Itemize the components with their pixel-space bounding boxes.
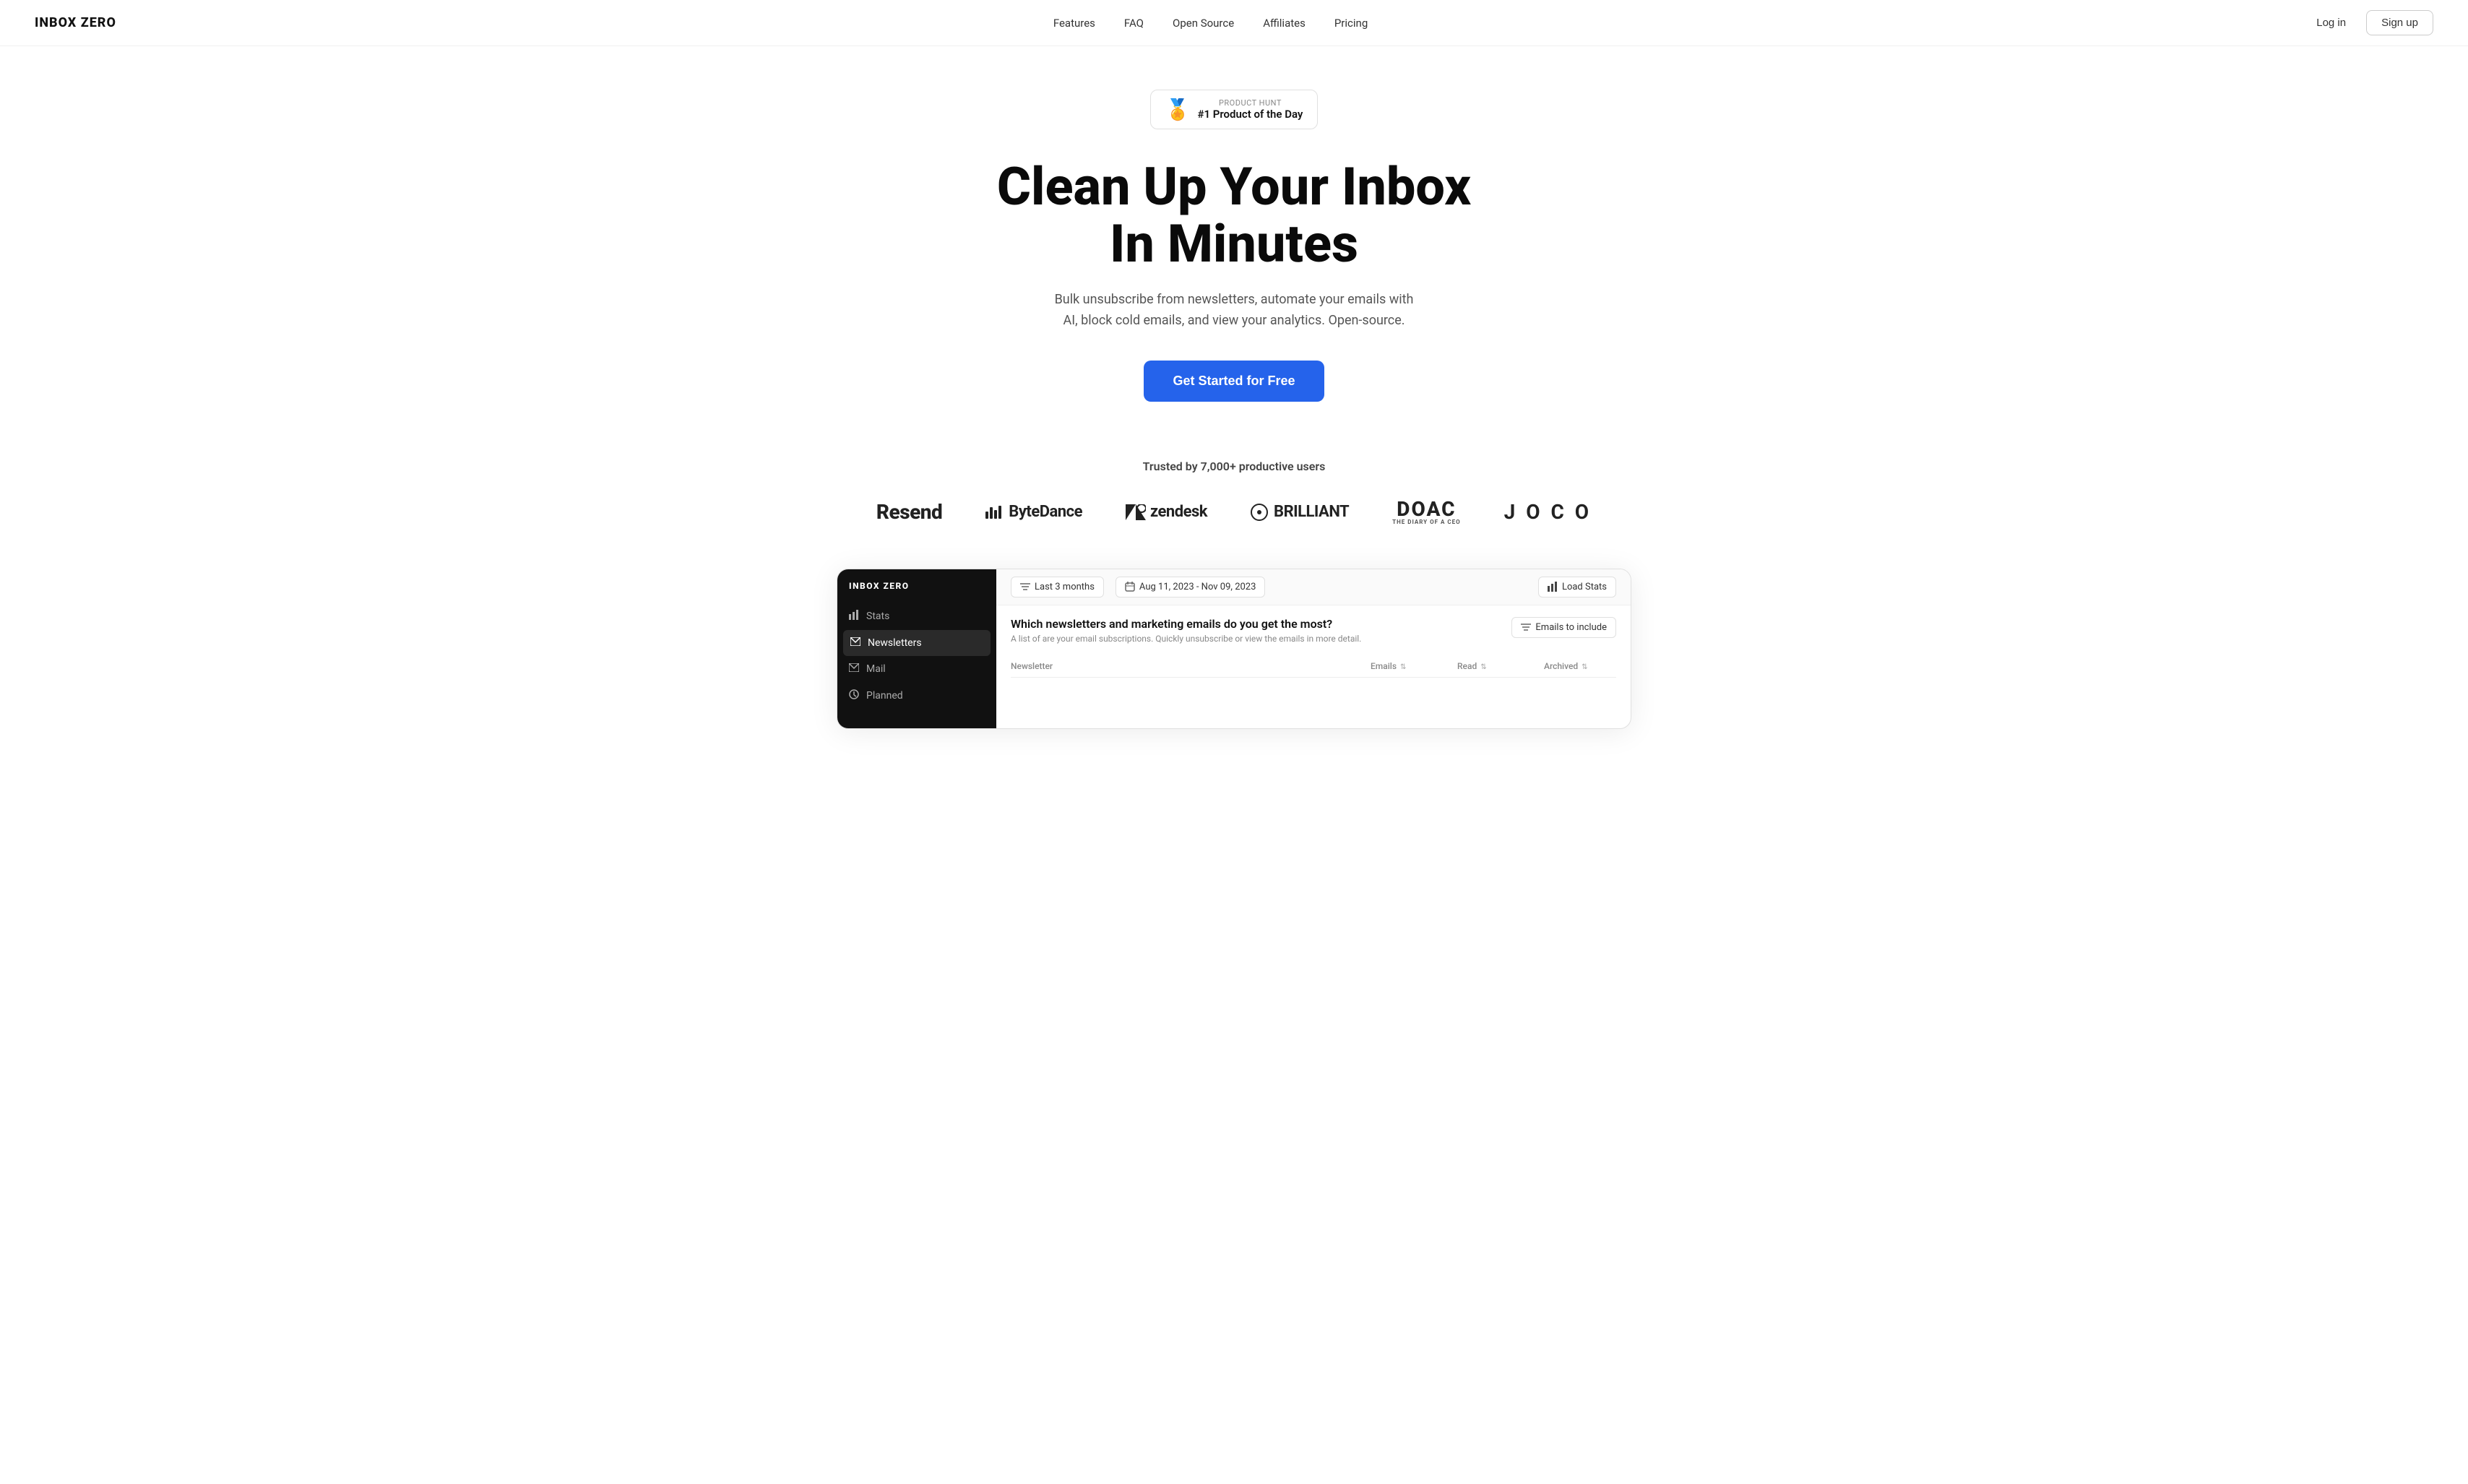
- get-started-button[interactable]: Get Started for Free: [1144, 361, 1324, 402]
- hero-subtitle: Bulk unsubscribe from newsletters, autom…: [1046, 290, 1422, 332]
- emails-to-include-label: Emails to include: [1535, 622, 1607, 633]
- logo-brilliant: BRILLIANT: [1251, 503, 1349, 521]
- content-title: Which newsletters and marketing emails d…: [1011, 617, 1361, 631]
- app-preview-section: INBOX ZERO Stats Newsletters: [0, 540, 2468, 729]
- nav-link-open-source[interactable]: Open Source: [1173, 17, 1234, 30]
- brilliant-icon: [1251, 504, 1268, 521]
- ph-title: #1 Product of the Day: [1197, 108, 1303, 121]
- nav-link-pricing[interactable]: Pricing: [1334, 17, 1368, 30]
- calendar-icon: [1125, 582, 1135, 592]
- trusted-label: Trusted by 7,000+ productive users: [14, 460, 2454, 473]
- sidebar-item-newsletters[interactable]: Newsletters: [843, 630, 991, 656]
- trophy-icon: 🏅: [1165, 98, 1191, 121]
- trusted-section: Trusted by 7,000+ productive users Resen…: [0, 431, 2468, 540]
- archived-col-header[interactable]: Archived ⇅: [1544, 661, 1616, 671]
- logo-doac: DOAC THE DIARY OF A CEO: [1392, 499, 1460, 525]
- bytedance-icon: [985, 506, 1001, 519]
- read-col-header[interactable]: Read ⇅: [1457, 661, 1515, 671]
- app-preview-wrapper: INBOX ZERO Stats Newsletters: [837, 569, 1631, 729]
- date-range-button[interactable]: Last 3 months: [1011, 577, 1104, 598]
- logo-zendesk: zendesk: [1126, 503, 1207, 521]
- nav-link-faq[interactable]: FAQ: [1124, 17, 1144, 30]
- signup-button[interactable]: Sign up: [2366, 10, 2433, 35]
- nav-logo: INBOX ZERO: [35, 15, 116, 30]
- archived-sort-icon: ⇅: [1582, 663, 1587, 671]
- sidebar-item-stats[interactable]: Stats: [837, 603, 996, 630]
- app-toolbar: Last 3 months Aug 11, 2023 - Nov 09, 202…: [996, 569, 1631, 605]
- filter-lines-icon: [1020, 582, 1030, 591]
- app-window: INBOX ZERO Stats Newsletters: [837, 569, 1631, 728]
- date-range-label: Last 3 months: [1035, 582, 1095, 592]
- logo-bytedance: ByteDance: [985, 503, 1082, 521]
- logo-joco: J O C O: [1504, 500, 1592, 524]
- ph-label: PRODUCT HUNT: [1197, 98, 1303, 108]
- logo-resend: Resend: [876, 500, 942, 524]
- read-sort-icon: ⇅: [1480, 663, 1486, 671]
- product-hunt-badge: 🏅 PRODUCT HUNT #1 Product of the Day: [1150, 90, 1319, 129]
- app-content: Which newsletters and marketing emails d…: [996, 605, 1631, 689]
- app-sidebar: INBOX ZERO Stats Newsletters: [837, 569, 996, 728]
- table-header: Newsletter Emails ⇅ Read ⇅ Archived ⇅: [1011, 655, 1616, 678]
- sidebar-item-newsletters-label: Newsletters: [868, 637, 922, 649]
- mail-icon: [849, 663, 859, 675]
- newsletter-col-header[interactable]: Newsletter: [1011, 661, 1342, 671]
- nav-link-features[interactable]: Features: [1053, 17, 1095, 30]
- hero-title: Clean Up Your Inbox In Minutes: [997, 158, 1471, 272]
- login-button[interactable]: Log in: [2305, 11, 2357, 35]
- sidebar-logo: INBOX ZERO: [837, 581, 996, 603]
- date-label: Aug 11, 2023 - Nov 09, 2023: [1139, 582, 1256, 592]
- zendesk-icon: [1126, 504, 1146, 520]
- newsletters-icon: [850, 637, 860, 649]
- load-stats-label: Load Stats: [1562, 582, 1607, 592]
- load-stats-button[interactable]: Load Stats: [1538, 577, 1616, 598]
- emails-sort-icon: ⇅: [1400, 663, 1406, 671]
- date-picker-button[interactable]: Aug 11, 2023 - Nov 09, 2023: [1116, 577, 1266, 598]
- sidebar-item-stats-label: Stats: [866, 611, 889, 622]
- nav-link-affiliates[interactable]: Affiliates: [1263, 17, 1306, 30]
- sidebar-item-mail-label: Mail: [866, 663, 886, 675]
- load-stats-icon: [1548, 582, 1558, 592]
- app-main: Last 3 months Aug 11, 2023 - Nov 09, 202…: [996, 569, 1631, 728]
- hero-section: 🏅 PRODUCT HUNT #1 Product of the Day Cle…: [0, 46, 2468, 431]
- navbar: INBOX ZERO Features FAQ Open Source Affi…: [0, 0, 2468, 46]
- nav-links: Features FAQ Open Source Affiliates Pric…: [1053, 17, 1368, 30]
- emails-to-include-button[interactable]: Emails to include: [1511, 617, 1616, 638]
- sidebar-item-mail[interactable]: Mail: [837, 656, 996, 682]
- logos-row: Resend ByteDance zendesk BRILLIANT: [14, 499, 2454, 525]
- sidebar-item-planned-label: Planned: [866, 690, 903, 702]
- sidebar-item-planned[interactable]: Planned: [837, 682, 996, 709]
- planned-icon: [849, 689, 859, 702]
- emails-col-header[interactable]: Emails ⇅: [1371, 661, 1428, 671]
- emails-filter-icon: [1521, 623, 1531, 631]
- content-subtitle: A list of are your email subscriptions. …: [1011, 634, 1361, 644]
- nav-auth: Log in Sign up: [2305, 10, 2433, 35]
- stats-icon: [849, 610, 859, 623]
